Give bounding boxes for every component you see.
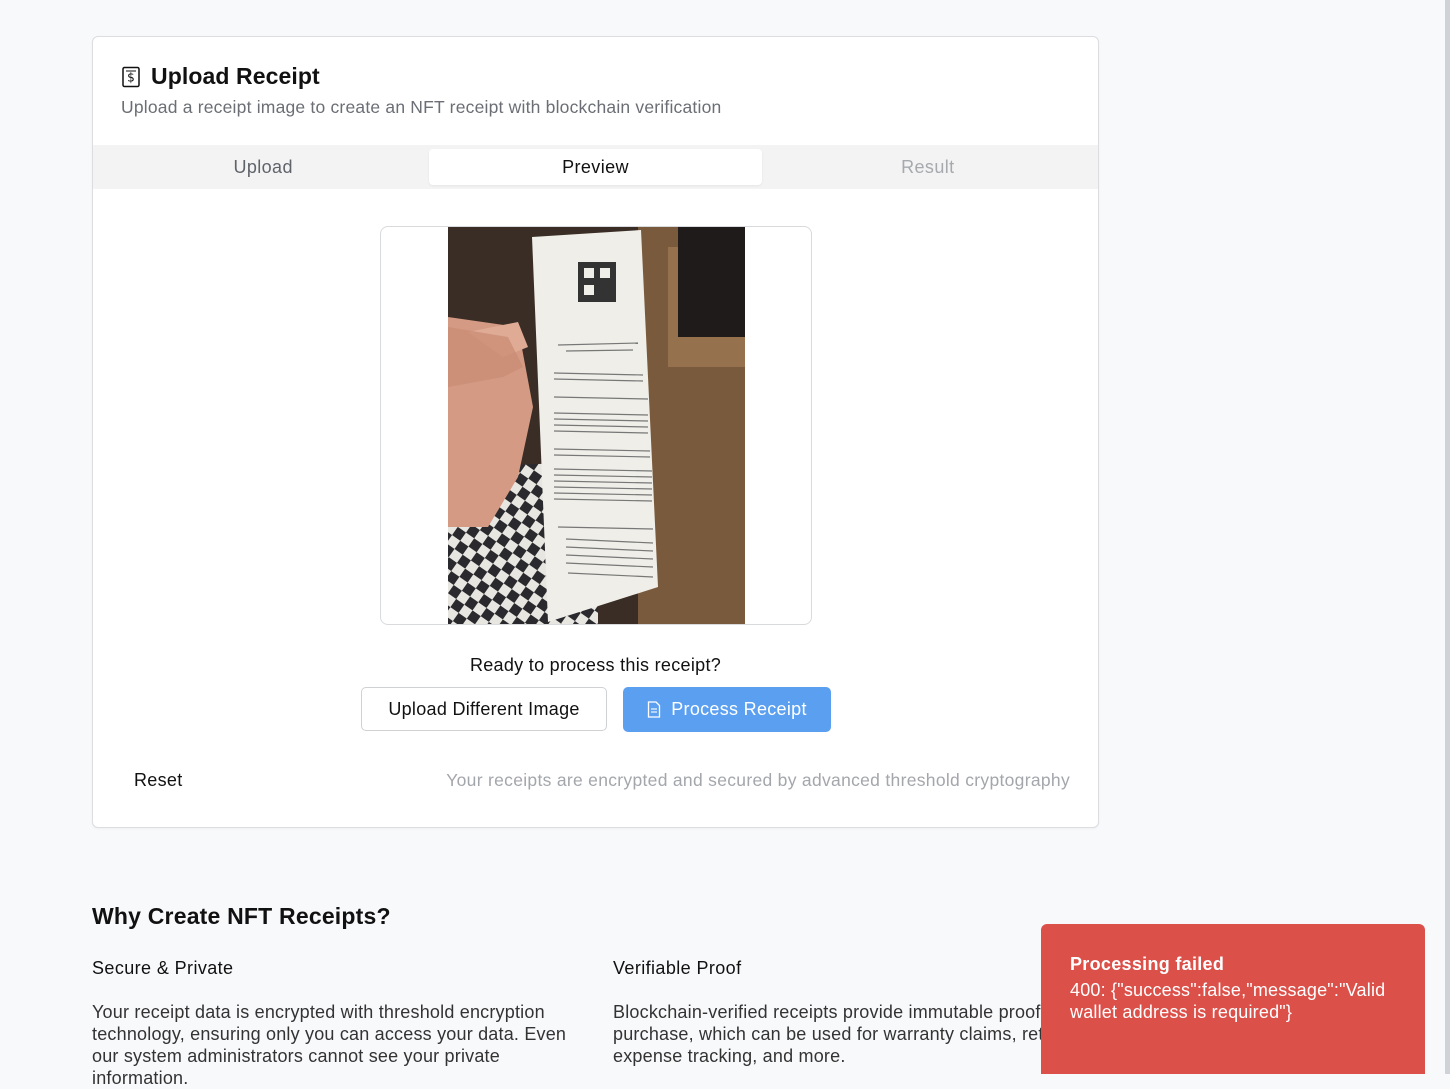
process-receipt-label: Process Receipt	[671, 699, 807, 719]
feature-title: Secure & Private	[92, 958, 234, 978]
why-heading: Why Create NFT Receipts?	[92, 903, 391, 929]
feature-verifiable-proof: Verifiable Proof Blockchain-verified rec…	[613, 958, 1093, 1067]
feature-text: Blockchain-verified receipts provide imm…	[613, 1002, 1085, 1066]
svg-text:$: $	[127, 70, 135, 84]
step-tabs: Upload Preview Result	[93, 145, 1098, 189]
tab-result: Result	[901, 156, 955, 177]
ready-prompt: Ready to process this receipt?	[469, 655, 722, 675]
card-header: $ Upload Receipt	[121, 63, 320, 90]
card-title: Upload Receipt	[151, 63, 320, 89]
document-icon	[647, 701, 661, 718]
reset-button[interactable]: Reset	[134, 770, 183, 791]
toast-message: 400: {"success":false,"message":"Valid w…	[1070, 980, 1386, 1022]
receipt-dollar-icon: $	[121, 66, 141, 88]
receipt-photo	[448, 227, 745, 624]
upload-different-image-button[interactable]: Upload Different Image	[361, 687, 607, 731]
error-toast[interactable]: Processing failed 400: {"success":false,…	[1041, 924, 1425, 1074]
receipt-preview-frame	[380, 226, 812, 625]
tab-preview[interactable]: Preview	[429, 149, 762, 185]
scrollbar[interactable]	[1445, 0, 1450, 1074]
feature-title: Verifiable Proof	[613, 958, 742, 978]
upload-receipt-card: $ Upload Receipt Upload a receipt image …	[92, 36, 1099, 828]
security-note: Your receipts are encrypted and secured …	[446, 770, 1070, 790]
card-subtitle: Upload a receipt image to create an NFT …	[121, 97, 722, 117]
tab-upload[interactable]: Upload	[97, 149, 429, 185]
feature-secure-private: Secure & Private Your receipt data is en…	[92, 958, 572, 1089]
process-receipt-button[interactable]: Process Receipt	[623, 687, 831, 732]
feature-text: Your receipt data is encrypted with thre…	[92, 1002, 567, 1088]
toast-title: Processing failed	[1070, 954, 1225, 974]
